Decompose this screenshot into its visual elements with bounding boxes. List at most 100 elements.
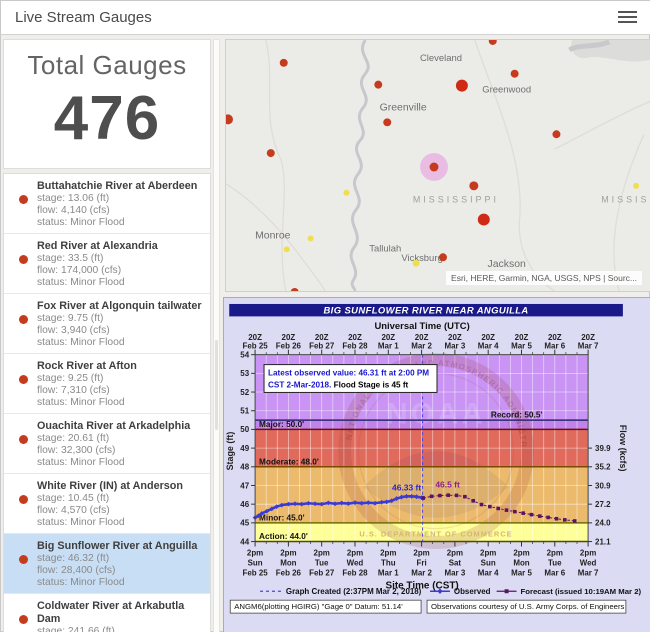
gauge-status-dot (19, 555, 28, 564)
flow-axis-label: Flow (kcfs) (618, 425, 628, 472)
gauge-detail-line: flow: 3,940 (cfs) (37, 325, 202, 337)
top-axis-label: Universal Time (UTC) (374, 321, 469, 332)
map-gauge-dot[interactable] (430, 163, 439, 172)
gauge-list-item[interactable]: Red River at Alexandriastage: 33.5 (ft)f… (4, 233, 210, 293)
map-place-label: Cleveland (420, 53, 462, 64)
gauge-list-item[interactable]: Rock River at Aftonstage: 9.25 (ft)flow:… (4, 353, 210, 413)
gauge-name: Red River at Alexandria (37, 238, 158, 253)
svg-text:Sun: Sun (248, 558, 263, 567)
gauge-status-dot (19, 615, 28, 624)
map-gauge-dot[interactable] (478, 214, 490, 226)
svg-text:53: 53 (240, 369, 249, 378)
map-gauge-dot[interactable] (280, 59, 288, 67)
map[interactable]: ClevelandGreenwoodGreenvilleMISSISSIPPIM… (225, 39, 650, 292)
map-gauge-dot[interactable] (267, 149, 275, 157)
map-gauge-dot[interactable] (633, 183, 639, 189)
map-gauge-dot[interactable] (469, 181, 478, 190)
gauge-list-item[interactable]: Coldwater River at Arkabutla Damstage: 2… (4, 593, 210, 632)
map-gauge-dot[interactable] (284, 246, 290, 252)
svg-text:Mar 6: Mar 6 (544, 568, 565, 577)
gauge-list-item[interactable]: Ouachita River at Arkadelphiastage: 20.6… (4, 413, 210, 473)
gauge-list-item[interactable]: Big Sunflower River at Anguillastage: 46… (4, 533, 210, 593)
gauge-status-dot (19, 375, 28, 384)
gauge-detail-line: status: Minor Flood (37, 277, 158, 289)
gauge-list-scrollbar[interactable] (213, 39, 220, 632)
svg-text:Latest observed value: 46.31 f: Latest observed value: 46.31 ft at 2:00 … (268, 369, 429, 378)
svg-text:2pm: 2pm (547, 548, 563, 557)
map-gauge-dot[interactable] (552, 130, 560, 138)
svg-text:Mar 7: Mar 7 (578, 342, 599, 351)
map-gauge-dot[interactable] (343, 190, 349, 196)
gauge-list: Buttahatchie River at Aberdeenstage: 13.… (3, 173, 211, 632)
gauge-detail-line: status: Minor Flood (37, 577, 197, 589)
svg-text:50: 50 (240, 425, 249, 434)
gauge-name: Ouachita River at Arkadelphia (37, 418, 190, 433)
data-point-label: 46.5 ft (435, 480, 460, 490)
gauge-detail-line: status: Minor Flood (37, 337, 202, 349)
svg-text:Observed: Observed (454, 587, 491, 596)
map-place-label: Tallulah (369, 243, 401, 254)
map-gauge-dot[interactable] (439, 253, 447, 261)
svg-text:2pm: 2pm (580, 548, 596, 557)
svg-text:Tue: Tue (548, 558, 562, 567)
gauge-list-item[interactable]: Buttahatchie River at Aberdeenstage: 13.… (4, 174, 210, 233)
map-gauge-dot[interactable] (383, 118, 391, 126)
svg-text:21.1: 21.1 (595, 537, 611, 546)
gauge-name: Big Sunflower River at Anguilla (37, 538, 197, 553)
svg-text:Mar 1: Mar 1 (378, 568, 399, 577)
gauge-detail-line: flow: 4,140 (cfs) (37, 205, 197, 217)
svg-text:Feb 27: Feb 27 (309, 568, 335, 577)
svg-text:52: 52 (240, 388, 249, 397)
map-place-label: MISSISSIPPI (601, 195, 650, 205)
gauge-status-dot (19, 195, 28, 204)
map-gauge-dot[interactable] (308, 235, 314, 241)
gauge-name: Coldwater River at Arkabutla Dam (37, 598, 204, 626)
svg-text:51: 51 (240, 407, 249, 416)
svg-text:20Z: 20Z (248, 333, 262, 342)
map-gauge-dot[interactable] (413, 260, 420, 267)
svg-text:Mar 1: Mar 1 (378, 342, 399, 351)
gauge-status-dot (19, 495, 28, 504)
svg-text:20Z: 20Z (581, 333, 595, 342)
map-place-label: MISSISSIPPI (413, 195, 499, 205)
gauge-detail-line: stage: 9.25 (ft) (37, 373, 137, 385)
svg-text:24.0: 24.0 (595, 519, 611, 528)
gauge-detail-line: flow: 32,300 (cfs) (37, 445, 190, 457)
svg-text:46: 46 (240, 500, 249, 509)
gauge-list-item[interactable]: White River (IN) at Andersonstage: 10.45… (4, 473, 210, 533)
svg-text:2pm: 2pm (280, 548, 296, 557)
svg-text:Forecast (issued 10:19AM Mar 2: Forecast (issued 10:19AM Mar 2) (521, 587, 642, 596)
total-gauges-value: 476 (4, 83, 210, 154)
map-attribution: Esri, HERE, Garmin, NGA, USGS, NPS | Sou… (446, 271, 642, 285)
map-canvas[interactable]: ClevelandGreenwoodGreenvilleMISSISSIPPIM… (226, 40, 650, 291)
svg-text:CST 2-Mar-2018. Flood Stage is: CST 2-Mar-2018. Flood Stage is 45 ft (268, 380, 409, 389)
svg-text:27.2: 27.2 (595, 500, 611, 509)
map-gauge-dot[interactable] (456, 80, 468, 92)
hamburger-menu-icon[interactable] (618, 11, 637, 25)
map-gauge-dot[interactable] (511, 70, 519, 78)
svg-text:Wed: Wed (347, 558, 364, 567)
svg-text:Feb 26: Feb 26 (276, 342, 302, 351)
data-point-label: 46.33 ft (392, 483, 421, 493)
svg-text:54: 54 (240, 350, 249, 359)
svg-text:Feb 25: Feb 25 (243, 568, 269, 577)
map-place-label: Vicksburg (401, 253, 442, 264)
svg-text:U.S. DEPARTMENT OF COMMERCE: U.S. DEPARTMENT OF COMMERCE (359, 530, 512, 539)
svg-text:44: 44 (240, 537, 249, 546)
svg-text:Sun: Sun (481, 558, 496, 567)
scrollbar-thumb[interactable] (215, 340, 218, 430)
app-window: Live Stream Gauges Total Gauges 476 Butt… (0, 0, 650, 632)
hydrograph-chart: BIG SUNFLOWER RIVER NEAR ANGUILLAUnivers… (224, 298, 650, 632)
svg-text:2pm: 2pm (513, 548, 529, 557)
map-gauge-dot[interactable] (374, 81, 382, 89)
svg-text:Mar 3: Mar 3 (445, 568, 466, 577)
gauge-list-item[interactable]: Fox River at Algonquin tailwaterstage: 9… (4, 293, 210, 353)
gauge-detail-line: stage: 10.45 (ft) (37, 493, 183, 505)
svg-text:20Z: 20Z (381, 333, 395, 342)
svg-text:Mar 4: Mar 4 (478, 568, 499, 577)
gauge-detail-line: flow: 7,310 (cfs) (37, 385, 137, 397)
svg-text:2pm: 2pm (347, 548, 363, 557)
svg-text:2pm: 2pm (314, 548, 330, 557)
svg-text:2pm: 2pm (413, 548, 429, 557)
gauge-status-dot (19, 315, 28, 324)
